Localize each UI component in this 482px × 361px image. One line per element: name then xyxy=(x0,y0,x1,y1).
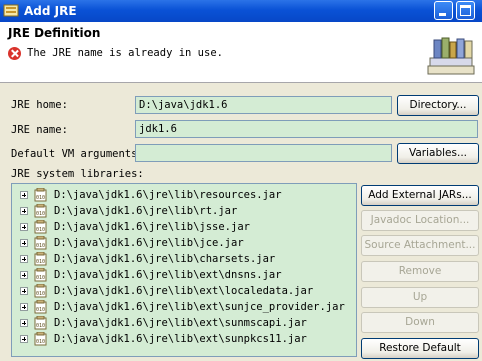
svg-text:010: 010 xyxy=(36,227,45,233)
library-row[interactable]: 010 D:\java\jdk1.6\jre\lib\rt.jar xyxy=(12,203,356,219)
svg-text:010: 010 xyxy=(36,323,45,329)
expand-icon[interactable] xyxy=(20,287,28,295)
library-path: D:\java\jdk1.6\jre\lib\resources.jar xyxy=(54,189,282,201)
javadoc-location-button[interactable]: Javadoc Location... xyxy=(361,210,479,231)
svg-text:010: 010 xyxy=(36,307,45,313)
svg-text:010: 010 xyxy=(36,243,45,249)
jar-icon: 010 xyxy=(34,204,47,218)
window-title: Add JRE xyxy=(24,4,77,18)
library-row[interactable]: 010 D:\java\jdk1.6\jre\lib\ext\sunpkcs11… xyxy=(12,331,356,347)
library-path: D:\java\jdk1.6\jre\lib\ext\localedata.ja… xyxy=(54,285,314,297)
jre-app-icon xyxy=(3,4,19,17)
jre-home-label: JRE home: xyxy=(11,99,68,111)
up-button[interactable]: Up xyxy=(361,287,479,308)
library-row[interactable]: 010 D:\java\jdk1.6\jre\lib\ext\dnsns.jar xyxy=(12,267,356,283)
library-path: D:\java\jdk1.6\jre\lib\jsse.jar xyxy=(54,221,250,233)
library-row[interactable]: 010 D:\java\jdk1.6\jre\lib\jsse.jar xyxy=(12,219,356,235)
jar-icon: 010 xyxy=(34,284,47,298)
add-external-jars-button[interactable]: Add External JARs... xyxy=(361,185,479,206)
svg-text:010: 010 xyxy=(36,195,45,201)
expand-icon[interactable] xyxy=(20,335,28,343)
jar-icon: 010 xyxy=(34,300,47,314)
jar-icon: 010 xyxy=(34,220,47,234)
minimize-button[interactable] xyxy=(434,1,453,20)
svg-text:010: 010 xyxy=(36,259,45,265)
library-path: D:\java\jdk1.6\jre\lib\rt.jar xyxy=(54,205,238,217)
libraries-tree[interactable]: 010 D:\java\jdk1.6\jre\lib\resources.jar… xyxy=(11,183,357,357)
jar-icon: 010 xyxy=(34,332,47,346)
error-icon xyxy=(8,47,21,60)
jre-home-field[interactable]: D:\java\jdk1.6 xyxy=(135,96,392,114)
jar-icon: 010 xyxy=(34,268,47,282)
expand-icon[interactable] xyxy=(20,319,28,327)
dialog-header: JRE Definition The JRE name is already i… xyxy=(0,22,482,83)
library-row[interactable]: 010 D:\java\jdk1.6\jre\lib\charsets.jar xyxy=(12,251,356,267)
vm-args-field[interactable] xyxy=(135,144,392,162)
jar-icon: 010 xyxy=(34,316,47,330)
jre-name-label: JRE name: xyxy=(11,124,68,136)
library-row[interactable]: 010 D:\java\jdk1.6\jre\lib\ext\sunjce_pr… xyxy=(12,299,356,315)
expand-icon[interactable] xyxy=(20,271,28,279)
minimize-icon xyxy=(439,13,446,16)
libraries-label: JRE system libraries: xyxy=(11,168,144,180)
vm-args-label: Default VM arguments: xyxy=(11,148,144,160)
jre-name-field[interactable]: jdk1.6 xyxy=(135,120,478,138)
library-path: D:\java\jdk1.6\jre\lib\ext\sunmscapi.jar xyxy=(54,317,307,329)
expand-icon[interactable] xyxy=(20,207,28,215)
jar-icon: 010 xyxy=(34,252,47,266)
expand-icon[interactable] xyxy=(20,223,28,231)
svg-text:010: 010 xyxy=(36,291,45,297)
down-button[interactable]: Down xyxy=(361,312,479,333)
library-row[interactable]: 010 D:\java\jdk1.6\jre\lib\jce.jar xyxy=(12,235,356,251)
library-path: D:\java\jdk1.6\jre\lib\ext\sunjce_provid… xyxy=(54,301,345,313)
jar-icon: 010 xyxy=(34,236,47,250)
library-path: D:\java\jdk1.6\jre\lib\jce.jar xyxy=(54,237,244,249)
svg-text:010: 010 xyxy=(36,339,45,345)
library-path: D:\java\jdk1.6\jre\lib\ext\dnsns.jar xyxy=(54,269,282,281)
library-books-icon xyxy=(427,37,475,75)
svg-text:010: 010 xyxy=(36,211,45,217)
library-path: D:\java\jdk1.6\jre\lib\charsets.jar xyxy=(54,253,276,265)
remove-button[interactable]: Remove xyxy=(361,261,479,282)
library-path: D:\java\jdk1.6\jre\lib\ext\sunpkcs11.jar xyxy=(54,333,307,345)
library-row[interactable]: 010 D:\java\jdk1.6\jre\lib\ext\localedat… xyxy=(12,283,356,299)
maximize-button[interactable] xyxy=(456,1,475,20)
dialog-heading: JRE Definition xyxy=(8,26,101,40)
expand-icon[interactable] xyxy=(20,303,28,311)
expand-icon[interactable] xyxy=(20,239,28,247)
variables-button[interactable]: Variables... xyxy=(397,143,479,164)
maximize-icon xyxy=(460,5,471,16)
source-attachment-button[interactable]: Source Attachment... xyxy=(361,235,479,256)
restore-default-button[interactable]: Restore Default xyxy=(361,338,479,359)
library-row[interactable]: 010 D:\java\jdk1.6\jre\lib\ext\sunmscapi… xyxy=(12,315,356,331)
error-message: The JRE name is already in use. xyxy=(27,47,223,59)
jar-icon: 010 xyxy=(34,188,47,202)
expand-icon[interactable] xyxy=(20,255,28,263)
svg-text:010: 010 xyxy=(36,275,45,281)
title-bar[interactable]: Add JRE xyxy=(0,0,482,22)
library-row[interactable]: 010 D:\java\jdk1.6\jre\lib\resources.jar xyxy=(12,187,356,203)
expand-icon[interactable] xyxy=(20,191,28,199)
directory-button[interactable]: Directory... xyxy=(397,95,479,116)
